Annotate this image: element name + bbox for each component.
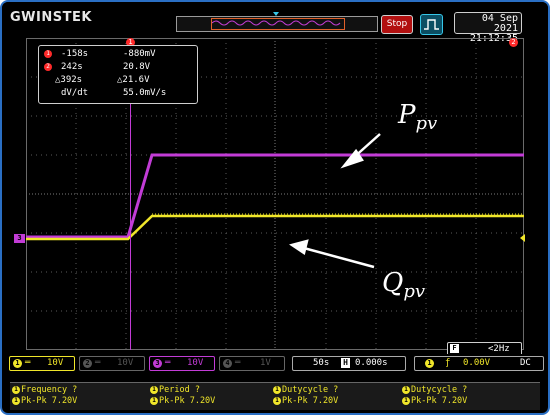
cursor-readout-panel: 1 -158s -880mV 2 242s 20.8V △392s △21.6V…: [38, 45, 198, 104]
measurement-source-icon: 1: [12, 385, 20, 394]
horizontal-icon: H: [341, 358, 350, 368]
top-bar: GWINSTEK Stop 04 Sep 2021 21:12:35: [2, 2, 548, 44]
measurement-source-icon: 1: [150, 396, 158, 405]
measurement-name: Period ?: [159, 385, 200, 395]
trigger-mode-button[interactable]: [420, 14, 443, 35]
brand-logo: GWINSTEK: [10, 10, 92, 25]
oscilloscope-screen: GWINSTEK Stop 04 Sep 2021 21:12:35 1 2 1…: [0, 0, 550, 415]
qpv-subscript: pv: [403, 281, 426, 303]
trigger-coupling: DC: [520, 358, 531, 368]
ch2-setting[interactable]: 2 ═ 10V: [79, 356, 145, 371]
measurement-source-icon: 1: [402, 396, 410, 405]
ch4-setting[interactable]: 4 ═ 1V: [219, 356, 285, 371]
qpv-annotation: Qpv: [382, 268, 425, 302]
ch4-coupling-icon: ═: [235, 358, 241, 368]
readout-delta-value: △21.6V: [117, 75, 150, 85]
measurement-source-icon: 1: [12, 396, 20, 405]
pulse-icon: [424, 19, 439, 30]
measurement-slot[interactable]: 1 Dutycycle ? 1 Pk-Pk 7.20V: [273, 385, 393, 407]
overview-window[interactable]: [211, 18, 345, 30]
trigger-level: 0.00V: [463, 358, 491, 368]
measurement-slot[interactable]: 1 Dutycycle ? 1 Pk-Pk 7.20V: [402, 385, 522, 407]
cursor-2-dot: 2: [44, 63, 52, 71]
readout-delta-time: △392s: [55, 75, 83, 85]
readout-value: 20.8V: [123, 62, 151, 72]
timebase-setting[interactable]: 50s H 0.000s: [292, 356, 406, 371]
readout-time: 242s: [61, 62, 83, 72]
measurement-source-icon: 1: [402, 385, 410, 394]
readout-slope-value: 55.0mV/s: [123, 88, 167, 98]
qpv-symbol: Q: [382, 268, 404, 298]
ch2-scale: 10V: [117, 358, 134, 368]
ch2-coupling-icon: ═: [95, 358, 101, 368]
measurement-name: Dutycycle ?: [282, 385, 339, 395]
ch1-setting[interactable]: 1 ═ 10V: [9, 356, 75, 371]
date-text: 04 Sep 2021: [481, 13, 518, 34]
readout-slope-label: dV/dt: [61, 88, 89, 98]
measurement-value: Pk-Pk 7.20V: [21, 396, 78, 406]
ch3-setting[interactable]: 3 ═ 10V: [149, 356, 215, 371]
trigger-setting[interactable]: 1 ƒ 0.00V DC: [414, 356, 544, 371]
run-stop-button[interactable]: Stop: [381, 15, 413, 34]
readout-row: 2 242s 20.8V: [39, 61, 195, 73]
cursor-1-dot: 1: [44, 50, 52, 58]
ppv-subscript: pv: [415, 113, 438, 135]
timebase-position: 0.000s: [355, 358, 388, 368]
readout-time: -158s: [61, 49, 89, 59]
cursor-2-marker[interactable]: 2: [509, 38, 518, 47]
measurement-source-icon: 1: [273, 396, 281, 405]
frequency-icon: F: [450, 344, 459, 353]
ppv-symbol: P: [398, 100, 416, 130]
measurement-bar: 1 Frequency ? 1 Pk-Pk 7.20V 1 Period ? 1 Pk-…: [10, 382, 540, 410]
measurement-name: Dutycycle ?: [411, 385, 468, 395]
waveform-overview-bar[interactable]: [176, 16, 378, 32]
ch3-number: 3: [153, 359, 162, 368]
measurement-value: Pk-Pk 7.20V: [411, 396, 468, 406]
trigger-slope-icon: ƒ: [445, 358, 451, 368]
channel-bar: 1 ═ 10V 2 ═ 10V 3 ═ 10V 4 ═ 1V 50s H 0.0…: [2, 354, 548, 371]
ch3-scale: 10V: [187, 358, 204, 368]
overview-wave-icon: [212, 20, 341, 26]
ch1-number: 1: [13, 359, 22, 368]
readout-row: △392s △21.6V: [39, 74, 195, 86]
ch3-coupling-icon: ═: [165, 358, 171, 368]
ch3-ground-marker[interactable]: 3: [14, 234, 25, 243]
date-time-display: 04 Sep 2021 21:12:35: [454, 12, 522, 44]
ch4-number: 4: [223, 359, 232, 368]
measurement-value: Pk-Pk 7.20V: [282, 396, 339, 406]
trigger-position-icon: [273, 12, 279, 16]
measurement-slot[interactable]: 1 Period ? 1 Pk-Pk 7.20V: [150, 385, 270, 407]
measurement-slot[interactable]: 1 Frequency ? 1 Pk-Pk 7.20V: [12, 385, 132, 407]
readout-value: -880mV: [123, 49, 156, 59]
ch4-scale: 1V: [260, 358, 271, 368]
trigger-level-icon[interactable]: [520, 234, 525, 242]
measurement-source-icon: 1: [273, 385, 281, 394]
trigger-source: 1: [425, 359, 434, 368]
readout-row: 1 -158s -880mV: [39, 48, 195, 60]
measurement-value: Pk-Pk 7.20V: [159, 396, 216, 406]
ch1-coupling-icon: ═: [25, 358, 31, 368]
measurement-name: Frequency ?: [21, 385, 78, 395]
ppv-annotation: Ppv: [398, 100, 437, 134]
ch2-number: 2: [83, 359, 92, 368]
timebase-scale: 50s: [313, 358, 330, 368]
readout-row: dV/dt 55.0mV/s: [39, 87, 195, 99]
ch1-scale: 10V: [47, 358, 64, 368]
measurement-source-icon: 1: [150, 385, 158, 394]
